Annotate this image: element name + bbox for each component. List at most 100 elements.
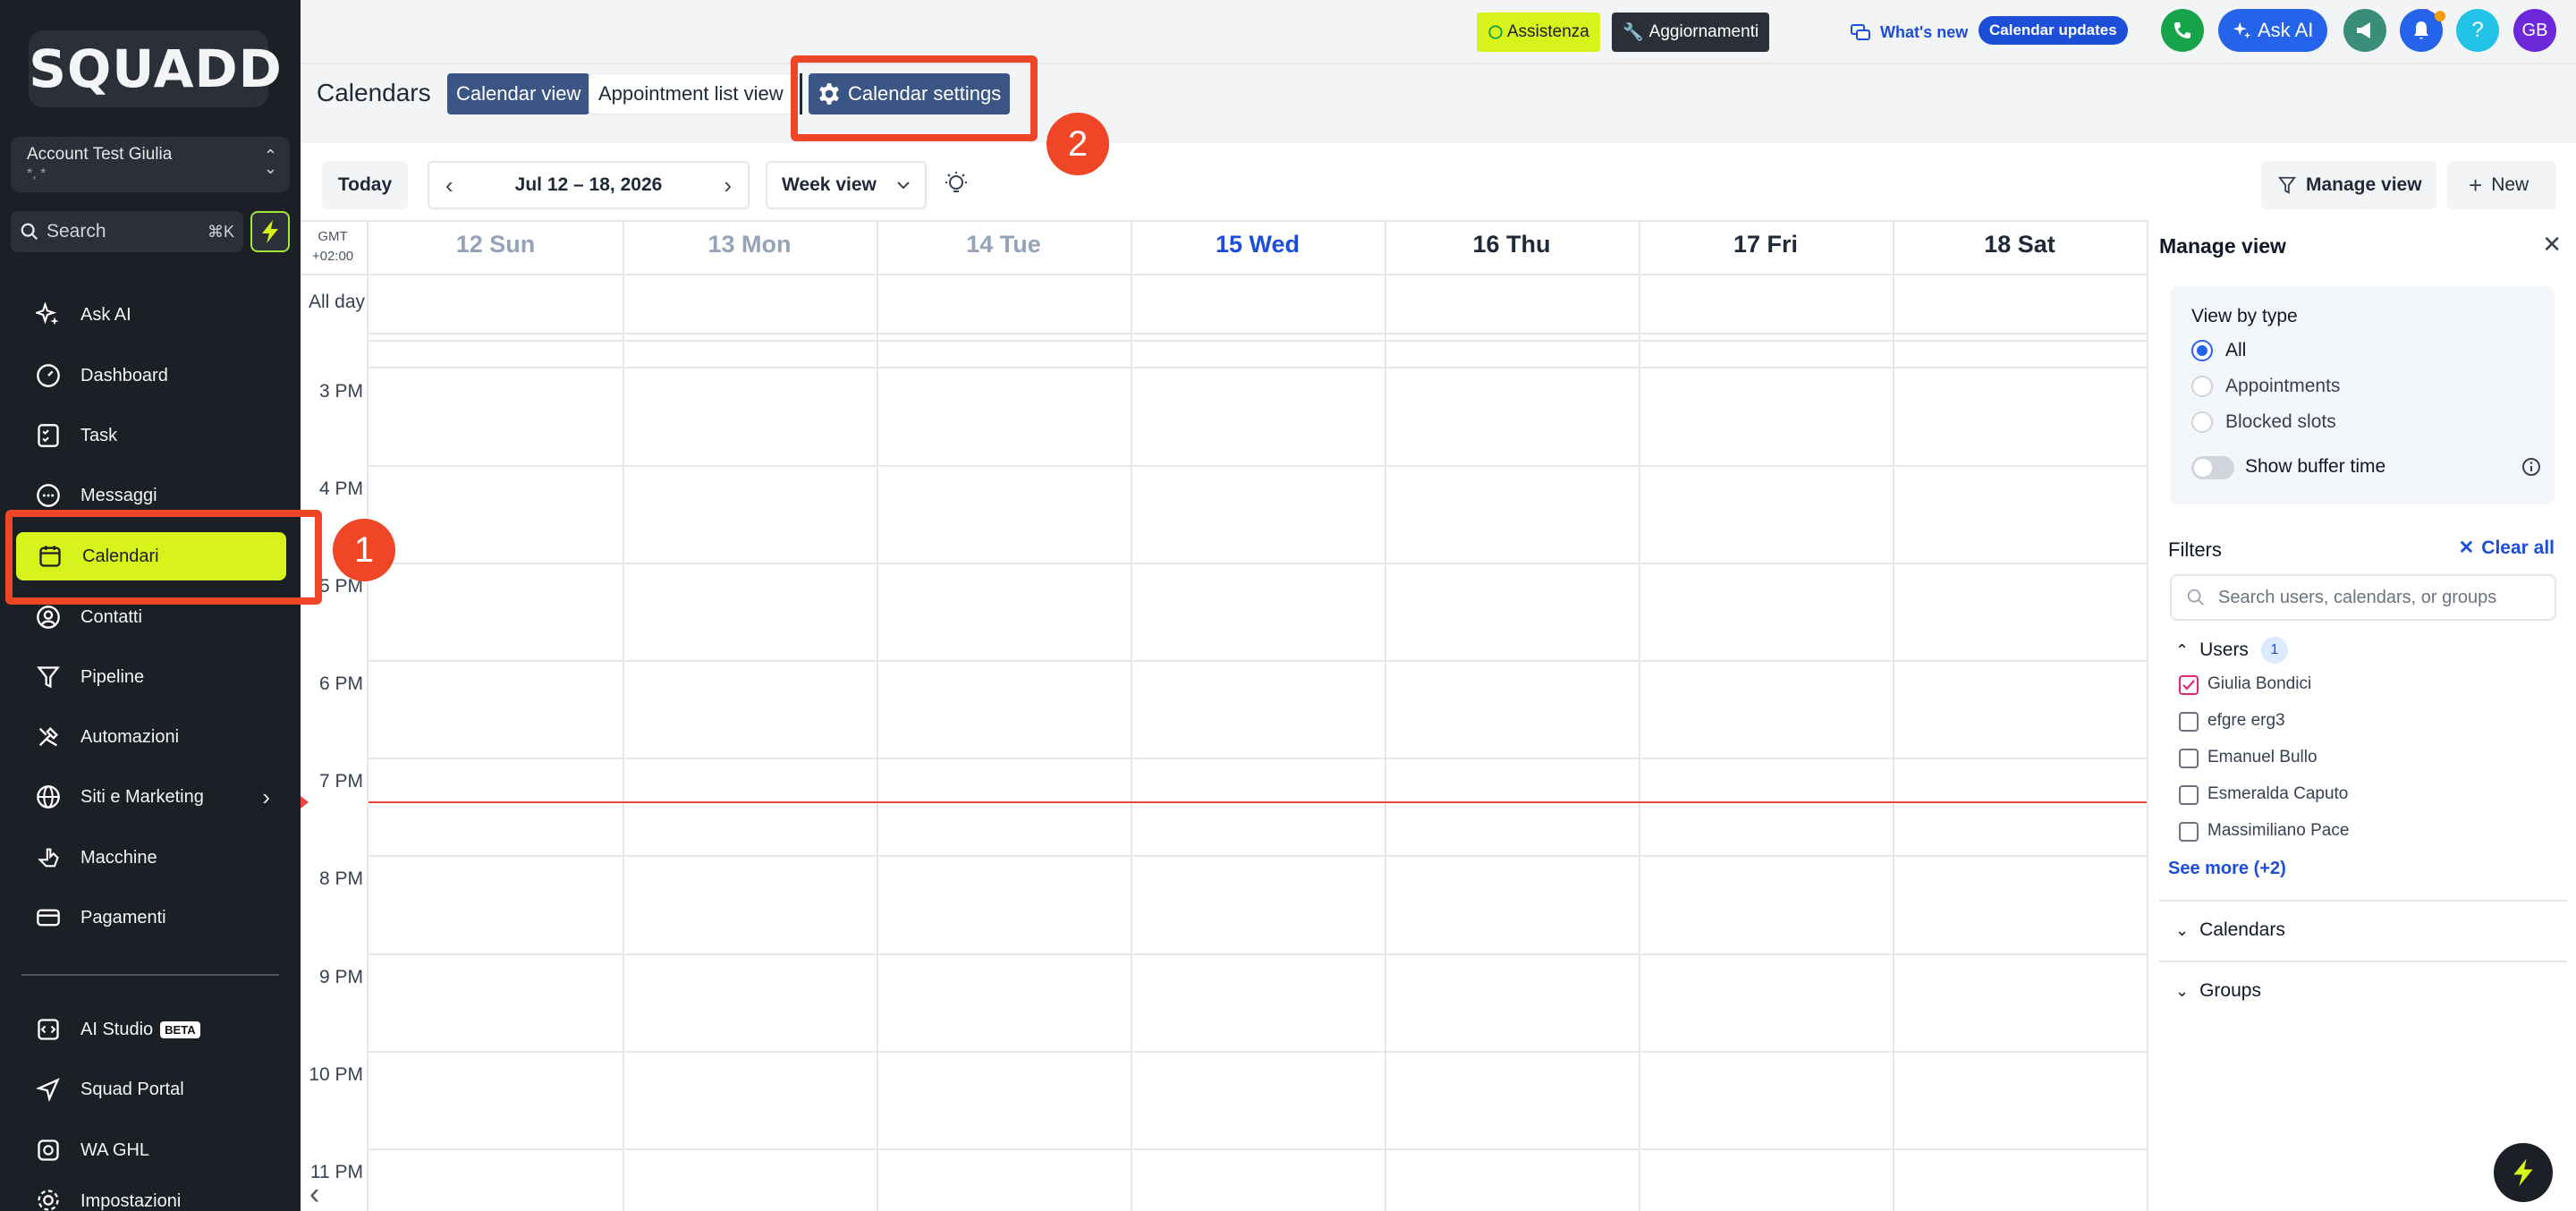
tab-calendar-view[interactable]: Calendar view: [447, 73, 590, 114]
user-label: Massimiliano Pace: [2207, 821, 2350, 840]
calendar-updates-label: Calendar updates: [1989, 21, 2117, 38]
hour-line: [369, 367, 2147, 368]
sidebar-item-automazioni[interactable]: Automazioni: [0, 714, 301, 760]
all-day-label: All day: [308, 292, 365, 312]
tab-appointment-list-view[interactable]: Appointment list view: [589, 73, 793, 114]
sidebar-item-pipeline[interactable]: Pipeline: [0, 654, 301, 700]
day-header[interactable]: 13 Mon: [623, 231, 877, 258]
card-icon: [37, 909, 60, 927]
sidebar-item-label: Automazioni: [80, 726, 180, 747]
filter-search[interactable]: Search users, calendars, or groups: [2170, 574, 2556, 621]
assistenza-button[interactable]: Assistenza: [1477, 13, 1600, 52]
panel-title: Manage view: [2159, 234, 2286, 258]
buffer-toggle[interactable]: [2191, 456, 2234, 479]
sidebar-item-label: Dashboard: [80, 365, 168, 385]
radio-blocked-slots[interactable]: [2191, 411, 2213, 433]
view-select-label: Week view: [782, 174, 877, 195]
contact-icon: [37, 606, 60, 629]
sidebar-search[interactable]: Search ⌘K: [11, 211, 243, 252]
see-more-link[interactable]: See more (+2): [2168, 859, 2286, 879]
hour-line: [369, 855, 2147, 857]
phone-button[interactable]: [2161, 9, 2204, 52]
radio-label: All: [2225, 340, 2247, 360]
hour-line: [369, 465, 2147, 467]
gauge-icon: [37, 364, 60, 387]
user-checkbox[interactable]: [2179, 785, 2199, 805]
calendars-section-header[interactable]: ⌄ Calendars: [2175, 919, 2285, 941]
whats-new-button[interactable]: What's new: [1839, 13, 1979, 52]
sidebar-item-squad-portal[interactable]: Squad Portal: [0, 1066, 301, 1113]
help-button[interactable]: ?: [2456, 9, 2499, 52]
search-icon: [21, 223, 38, 241]
sidebar-item-ask-ai[interactable]: Ask AI: [0, 292, 301, 338]
sidebar-item-task[interactable]: Task: [0, 412, 301, 459]
new-label: New: [2491, 174, 2529, 195]
sidebar-item-pagamenti[interactable]: Pagamenti: [0, 894, 301, 941]
sidebar-item-wa-ghl[interactable]: WA GHL: [0, 1127, 301, 1173]
header-divider: [301, 274, 2147, 275]
info-icon[interactable]: [2521, 456, 2542, 478]
calendars-label: Calendars: [2199, 919, 2285, 940]
radio-all[interactable]: [2191, 340, 2213, 361]
day-header-today[interactable]: 15 Wed: [1131, 231, 1385, 258]
all-day-divider: [369, 340, 2147, 342]
sidebar-item-siti-marketing[interactable]: Siti e Marketing ›: [0, 774, 301, 820]
column-line: [623, 220, 624, 1211]
checklist-icon: [38, 424, 59, 447]
annotation-highlight-calendar-settings: [791, 55, 1038, 141]
hour-line: [369, 953, 2147, 955]
radio-appointments[interactable]: [2191, 376, 2213, 397]
sidebar-item-macchine[interactable]: Macchine: [0, 834, 301, 881]
buffer-label: Show buffer time: [2245, 456, 2386, 477]
sidebar-item-dashboard[interactable]: Dashboard: [0, 352, 301, 399]
x-icon: ✕: [2458, 538, 2475, 558]
quick-actions-button[interactable]: [250, 211, 290, 252]
megaphone-button[interactable]: [2343, 9, 2386, 52]
close-icon[interactable]: ✕: [2542, 231, 2562, 258]
sidebar-item-ai-studio[interactable]: AI Studio BETA: [0, 1006, 301, 1053]
clear-all-button[interactable]: ✕ Clear all: [2459, 537, 2555, 559]
chat-widget-button[interactable]: [2494, 1143, 2553, 1202]
user-checkbox[interactable]: [2179, 675, 2199, 695]
hour-line: [369, 1148, 2147, 1150]
users-count-badge: 1: [2260, 637, 2288, 664]
chevron-up-icon: ⌃: [2175, 640, 2190, 659]
chevron-right-icon[interactable]: ›: [724, 172, 732, 199]
account-switcher[interactable]: Account Test Giulia *, * ⌃ ⌄: [11, 137, 290, 192]
sidebar-item-impostazioni[interactable]: Impostazioni: [0, 1179, 301, 1211]
new-button[interactable]: + New: [2447, 161, 2556, 209]
collapse-sidebar-icon[interactable]: ‹: [309, 1177, 319, 1211]
sidebar-item-label: Squad Portal: [80, 1079, 184, 1099]
groups-section-header[interactable]: ⌄ Groups: [2175, 980, 2261, 1002]
top-bar: Assistenza 🔧 Aggiornamenti What's new Ca…: [301, 0, 2576, 64]
today-button[interactable]: Today: [322, 161, 408, 209]
view-select[interactable]: Week view: [766, 161, 927, 209]
sidebar: SQUADD Account Test Giulia *, * ⌃ ⌄ Searc…: [0, 0, 301, 1211]
sidebar-item-label: WA GHL: [80, 1139, 150, 1160]
lightbulb-icon[interactable]: [943, 170, 970, 199]
day-header[interactable]: 18 Sat: [1893, 231, 2147, 258]
grid-top-line: [301, 220, 2147, 222]
manage-view-button[interactable]: Manage view: [2261, 161, 2436, 209]
ask-ai-button[interactable]: Ask AI: [2218, 9, 2328, 52]
day-header[interactable]: 16 Thu: [1385, 231, 1639, 258]
users-section-header[interactable]: ⌃ Users 1: [2175, 637, 2288, 664]
day-header[interactable]: 17 Fri: [1639, 231, 1893, 258]
user-checkbox[interactable]: [2179, 822, 2199, 842]
filter-search-placeholder: Search users, calendars, or groups: [2218, 587, 2497, 607]
app-logo[interactable]: SQUADD: [29, 30, 282, 107]
sidebar-divider: [21, 974, 279, 976]
day-header[interactable]: 12 Sun: [369, 231, 623, 258]
user-checkbox[interactable]: [2179, 749, 2199, 768]
sidebar-item-label: Macchine: [80, 847, 157, 868]
calendar-updates-button[interactable]: Calendar updates: [1979, 16, 2128, 45]
chevron-down-icon: ⌄: [2175, 981, 2190, 1000]
megaphone-icon: [2357, 22, 2370, 38]
avatar[interactable]: GB: [2513, 9, 2556, 52]
chevron-down-icon: ⌄: [2175, 920, 2190, 939]
hour-line: [369, 563, 2147, 564]
user-checkbox[interactable]: [2179, 712, 2199, 732]
day-header[interactable]: 14 Tue: [877, 231, 1131, 258]
send-icon: [36, 1078, 60, 1102]
aggiornamenti-button[interactable]: 🔧 Aggiornamenti: [1612, 13, 1770, 52]
